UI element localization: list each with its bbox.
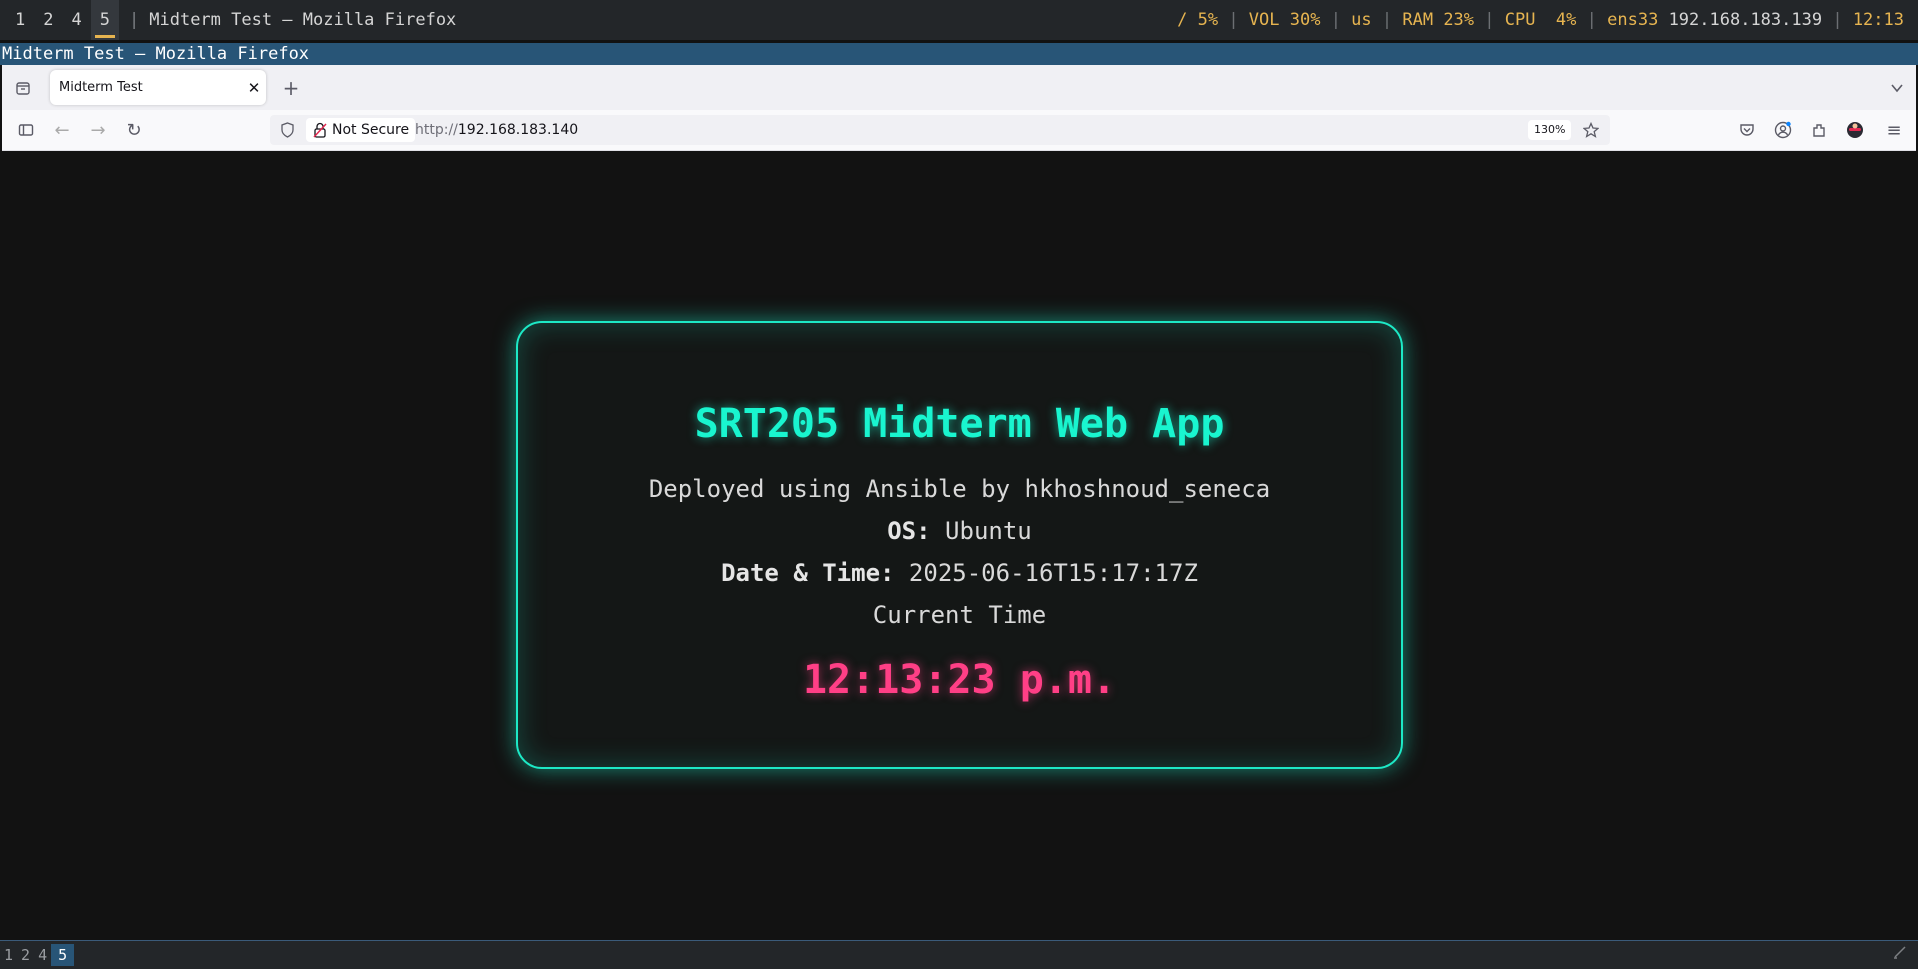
tracking-shield-icon[interactable] <box>278 121 296 139</box>
page-viewport: SRT205 Midterm Web App Deployed using An… <box>2 151 1916 940</box>
separator: | <box>129 10 140 30</box>
extensions-icon[interactable] <box>1807 118 1831 142</box>
clock: 12:13 <box>1852 10 1904 30</box>
workspace-switcher: 1 2 4 5 <box>0 0 119 40</box>
zoom-indicator[interactable]: 130% <box>1528 120 1572 140</box>
current-time-clock: 12:13:23 p.m. <box>802 657 1117 703</box>
top-status-bar: 1 2 4 5 | Midterm Test — Mozilla Firefox… <box>0 0 1918 40</box>
workspace-2[interactable]: 2 <box>34 0 62 40</box>
os-label: OS: <box>887 517 931 545</box>
url-host: 192.168.183.140 <box>457 122 579 138</box>
datetime-value: 2025-06-16T15:17:17Z <box>908 559 1198 587</box>
bottom-workspace-4[interactable]: 4 <box>34 944 51 966</box>
url-text[interactable]: http://192.168.183.140 <box>415 115 578 145</box>
system-status: / 5% | VOL 30% | us | RAM 23% | CPU 4% |… <box>1177 10 1904 30</box>
reload-icon[interactable]: ↻ <box>122 118 146 142</box>
new-tab-icon[interactable]: + <box>278 75 304 101</box>
workspace-4[interactable]: 4 <box>63 0 91 40</box>
forward-icon[interactable]: → <box>86 118 110 142</box>
account-icon[interactable] <box>1771 118 1795 142</box>
bookmark-star-icon[interactable] <box>1580 120 1602 140</box>
tab-title: Midterm Test <box>59 80 143 95</box>
list-all-tabs-icon[interactable] <box>1884 75 1910 101</box>
i3-window-title: Midterm Test — Mozilla Firefox <box>0 43 1918 65</box>
close-tab-icon[interactable]: ✕ <box>242 79 266 97</box>
navigation-bar: ← → ↻ Not Secure http://192.168.183.140 … <box>2 110 1916 151</box>
hamburger-menu-icon[interactable]: ≡ <box>1882 118 1906 142</box>
bottom-workspace-bar: 1 2 4 5 <box>0 940 1918 969</box>
datetime-label: Date & Time: <box>721 559 895 587</box>
back-icon[interactable]: ← <box>50 118 74 142</box>
tab-strip: Midterm Test ✕ + <box>2 65 1916 110</box>
sidebar-toggle-icon[interactable] <box>14 118 38 142</box>
volume[interactable]: VOL 30% <box>1249 10 1321 30</box>
datetime-line: Date & Time: 2025-06-16T15:17:17Z <box>518 559 1401 587</box>
url-bar[interactable]: Not Secure http://192.168.183.140 130% <box>270 115 1610 145</box>
os-line: OS: Ubuntu <box>518 517 1401 545</box>
insecure-lock-icon <box>313 122 327 146</box>
bottom-workspace-2[interactable]: 2 <box>17 944 34 966</box>
bottom-workspace-5[interactable]: 5 <box>51 944 75 966</box>
net-ip: 192.168.183.139 <box>1668 10 1823 30</box>
info-card: SRT205 Midterm Web App Deployed using An… <box>516 321 1403 769</box>
not-secure-indicator[interactable]: Not Secure <box>306 118 416 142</box>
focused-window-title: Midterm Test — Mozilla Firefox <box>149 10 457 30</box>
workspace-5[interactable]: 5 <box>90 0 119 40</box>
firefox-view-icon[interactable] <box>10 75 36 101</box>
url-protocol: http:// <box>415 122 458 138</box>
pocket-icon[interactable] <box>1735 118 1759 142</box>
workspace-1[interactable]: 1 <box>6 0 34 40</box>
tray-pen-icon <box>1888 944 1918 966</box>
not-secure-label: Not Secure <box>332 122 410 138</box>
disk-usage: / 5% <box>1177 10 1219 30</box>
ram-usage: RAM 23% <box>1402 10 1475 30</box>
deployed-text: Deployed using Ansible by hkhoshnoud_sen… <box>648 475 1271 503</box>
os-value: Ubuntu <box>945 517 1032 545</box>
net-interface: ens33 <box>1607 10 1659 30</box>
extension-avatar-icon[interactable] <box>1843 118 1867 142</box>
keyboard-layout: us <box>1351 10 1372 30</box>
page-heading: SRT205 Midterm Web App <box>694 401 1225 447</box>
bottom-workspace-1[interactable]: 1 <box>0 944 17 966</box>
tab-midterm-test[interactable]: Midterm Test ✕ <box>50 70 266 105</box>
cpu-usage: CPU 4% <box>1504 10 1577 30</box>
current-time-label: Current Time <box>872 601 1047 629</box>
